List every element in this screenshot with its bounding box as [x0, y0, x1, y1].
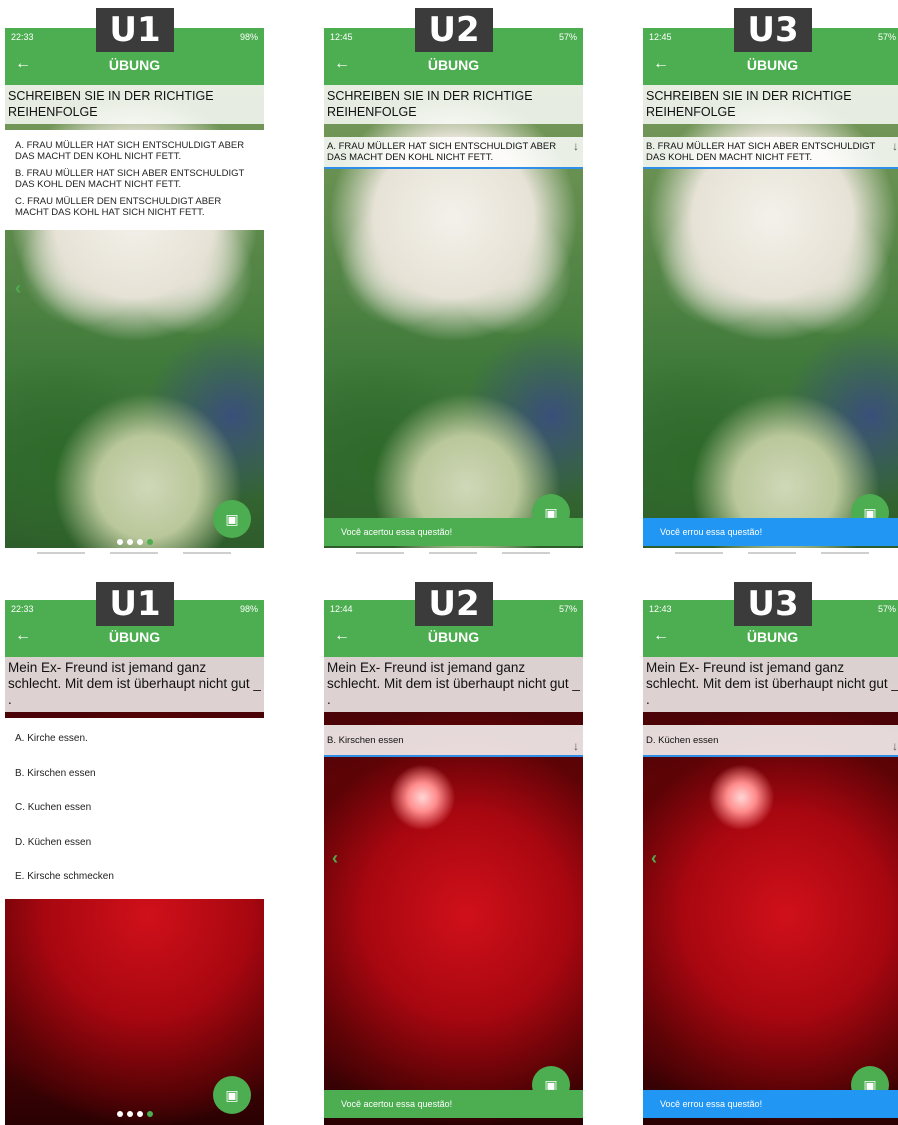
option-item[interactable]: A. Kirche essen. [15, 722, 254, 757]
label-u1: U1 [96, 8, 174, 52]
arrow-left-icon[interactable]: ← [334, 626, 350, 646]
selected-answer: D. Küchen essen [646, 735, 719, 746]
question-text: Mein Ex- Freund ist jemand ganz schlecht… [643, 657, 898, 712]
chevron-left-icon[interactable]: ‹ [15, 278, 21, 299]
status-time: 22:33 [11, 603, 34, 614]
answer-dropdown[interactable]: B. Kirschen essen ↓ [324, 725, 583, 757]
status-time: 12:45 [330, 31, 353, 42]
app-title: ÜBUNG [108, 629, 161, 645]
option-item[interactable]: A. FRAU MÜLLER HAT SICH ENTSCHULDIGT ABE… [15, 140, 254, 162]
arrow-left-icon[interactable]: ← [15, 626, 31, 646]
arrow-left-icon[interactable]: ← [334, 54, 350, 74]
chevron-left-icon[interactable]: ‹ [332, 848, 338, 869]
option-item[interactable]: B. FRAU MÜLLER HAT SICH ABER ENTSCHULDIG… [15, 168, 254, 190]
options-list: A. FRAU MÜLLER HAT SICH ENTSCHULDIGT ABE… [5, 130, 264, 230]
phone-u1-row2: 22:33 98% ← ÜBUNG Mein Ex- Freund ist jema… [5, 600, 264, 1125]
feedback-snackbar: Você acertou essa questão! [324, 518, 583, 546]
status-battery: 57% [877, 603, 896, 614]
phone-u2-row1: 12:45 57% ← ÜBUNG SCHREIBEN SIE IN DER RIC… [324, 28, 583, 558]
label-u3: U3 [734, 8, 812, 52]
option-item[interactable]: D. Küchen essen [15, 826, 254, 861]
question-text: SCHREIBEN SIE IN DER RICHTIGE REIHENFOLG… [5, 85, 264, 124]
label-u2: U2 [415, 582, 493, 626]
arrow-down-icon: ↓ [892, 139, 898, 153]
selected-answer: B. FRAU MÜLLER HAT SICH ABER ENTSCHULDIG… [646, 141, 876, 163]
options-list: A. Kirche essen. B. Kirschen essen C. Ku… [5, 718, 264, 899]
label-u1: U1 [96, 582, 174, 626]
nav-bar [643, 548, 898, 558]
arrow-left-icon[interactable]: ← [653, 54, 669, 74]
status-time: 12:44 [330, 603, 353, 614]
selected-answer: A. FRAU MÜLLER HAT SICH ENTSCHULDIGT ABE… [327, 141, 557, 163]
answer-dropdown[interactable]: A. FRAU MÜLLER HAT SICH ENTSCHULDIGT ABE… [324, 137, 583, 169]
app-title: ÜBUNG [746, 57, 799, 73]
selected-answer: B. Kirschen essen [327, 735, 404, 746]
question-text: Mein Ex- Freund ist jemand ganz schlecht… [324, 657, 583, 712]
status-time: 22:33 [11, 31, 34, 42]
phone-u3-row1: 12:45 57% ← ÜBUNG SCHREIBEN SIE IN DER RIC… [643, 28, 898, 558]
status-battery: 98% [239, 603, 258, 614]
phone-u2-row2: 12:44 57% ← ÜBUNG Mein Ex- Freund ist jema… [324, 600, 583, 1125]
answer-dropdown[interactable]: D. Küchen essen ↓ [643, 725, 898, 757]
option-item[interactable]: C. Kuchen essen [15, 791, 254, 826]
chevron-left-icon[interactable]: ‹ [651, 848, 657, 869]
save-icon[interactable]: ▣ [213, 500, 251, 538]
status-battery: 98% [239, 31, 258, 42]
app-title: ÜBUNG [108, 57, 161, 73]
feedback-snackbar: Você errou essa questão! [643, 1090, 898, 1118]
arrow-left-icon[interactable]: ← [653, 626, 669, 646]
label-u2: U2 [415, 8, 493, 52]
status-battery: 57% [558, 31, 577, 42]
arrow-down-icon: ↓ [573, 739, 579, 753]
save-icon[interactable]: ▣ [213, 1076, 251, 1114]
question-text: Mein Ex- Freund ist jemand ganz schlecht… [5, 657, 264, 712]
status-time: 12:43 [649, 603, 672, 614]
question-text: SCHREIBEN SIE IN DER RICHTIGE REIHENFOLG… [324, 85, 583, 124]
status-battery: 57% [877, 31, 896, 42]
feedback-snackbar: Você acertou essa questão! [324, 1090, 583, 1118]
feedback-snackbar: Você errou essa questão! [643, 518, 898, 546]
arrow-down-icon: ↓ [573, 139, 579, 153]
option-item[interactable]: C. FRAU MÜLLER DEN ENTSCHULDIGT ABER MAC… [15, 196, 254, 218]
status-battery: 57% [558, 603, 577, 614]
nav-bar [5, 548, 264, 558]
phone-u1-row1: 22:33 98% ← ÜBUNG SCHREIBEN SIE IN DER RIC… [5, 28, 264, 558]
nav-bar [324, 548, 583, 558]
status-time: 12:45 [649, 31, 672, 42]
app-title: ÜBUNG [427, 629, 480, 645]
option-item[interactable]: B. Kirschen essen [15, 757, 254, 792]
phone-u3-row2: 12:43 57% ← ÜBUNG Mein Ex- Freund ist jema… [643, 600, 898, 1125]
question-text: SCHREIBEN SIE IN DER RICHTIGE REIHENFOLG… [643, 85, 898, 124]
label-u3: U3 [734, 582, 812, 626]
app-title: ÜBUNG [427, 57, 480, 73]
answer-dropdown[interactable]: B. FRAU MÜLLER HAT SICH ABER ENTSCHULDIG… [643, 137, 898, 169]
arrow-down-icon: ↓ [892, 739, 898, 753]
app-title: ÜBUNG [746, 629, 799, 645]
arrow-left-icon[interactable]: ← [15, 54, 31, 74]
option-item[interactable]: E. Kirsche schmecken [15, 860, 254, 895]
